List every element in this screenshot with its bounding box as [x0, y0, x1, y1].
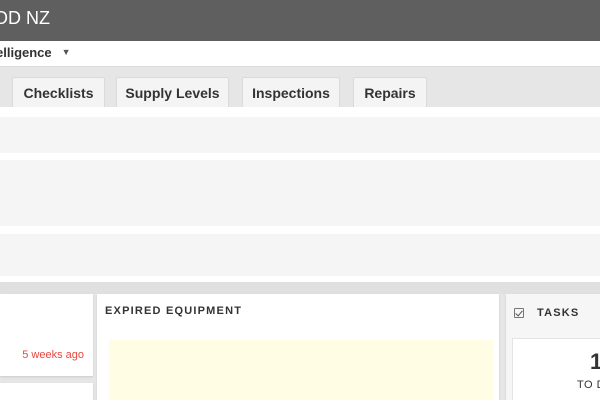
- recent-activity-card[interactable]: [0, 383, 93, 400]
- top-header-bar: OD NZ: [0, 0, 600, 41]
- tab-label: Inspections: [252, 84, 330, 101]
- summary-row-1: [0, 117, 600, 153]
- chevron-down-icon[interactable]: ▼: [62, 47, 71, 57]
- tasks-summary-box[interactable]: 1 TO D: [512, 338, 600, 400]
- row-separator: [0, 153, 600, 160]
- section-divider: [0, 282, 600, 294]
- empty-state-alert: [109, 340, 493, 400]
- tab-label: Repairs: [364, 84, 416, 101]
- organization-name: OD NZ: [0, 8, 50, 28]
- module-selector-dropdown[interactable]: elligence ▼: [0, 45, 71, 60]
- recent-activity-card[interactable]: 5 weeks ago: [0, 294, 93, 376]
- tab-checklists[interactable]: Checklists: [12, 77, 105, 107]
- card-title: TASKS: [537, 307, 580, 319]
- tab-supply-levels[interactable]: Supply Levels: [116, 77, 229, 107]
- tab-strip: Checklists Supply Levels Inspections Rep…: [0, 67, 600, 107]
- card-title: EXPIRED EQUIPMENT: [105, 305, 243, 317]
- tab-repairs[interactable]: Repairs: [353, 77, 427, 107]
- tab-label: Checklists: [23, 84, 94, 101]
- tab-inspections[interactable]: Inspections: [242, 77, 340, 107]
- tab-label: Supply Levels: [125, 84, 220, 101]
- tasks-count: 1: [590, 349, 600, 374]
- expired-equipment-card: EXPIRED EQUIPMENT: [97, 294, 499, 400]
- tasks-card: TASKS 1 TO D: [506, 294, 600, 400]
- sub-navigation-bar: elligence ▼: [0, 41, 600, 67]
- summary-row-3: [0, 234, 600, 276]
- row-separator: [0, 226, 600, 234]
- summary-row-2: [0, 160, 600, 226]
- module-selector-label: elligence: [0, 45, 52, 60]
- tasks-count-label: TO D: [577, 379, 600, 391]
- tab-content-header: [0, 107, 600, 117]
- checkbox-icon: [514, 308, 524, 318]
- time-ago-label: 5 weeks ago: [22, 349, 84, 361]
